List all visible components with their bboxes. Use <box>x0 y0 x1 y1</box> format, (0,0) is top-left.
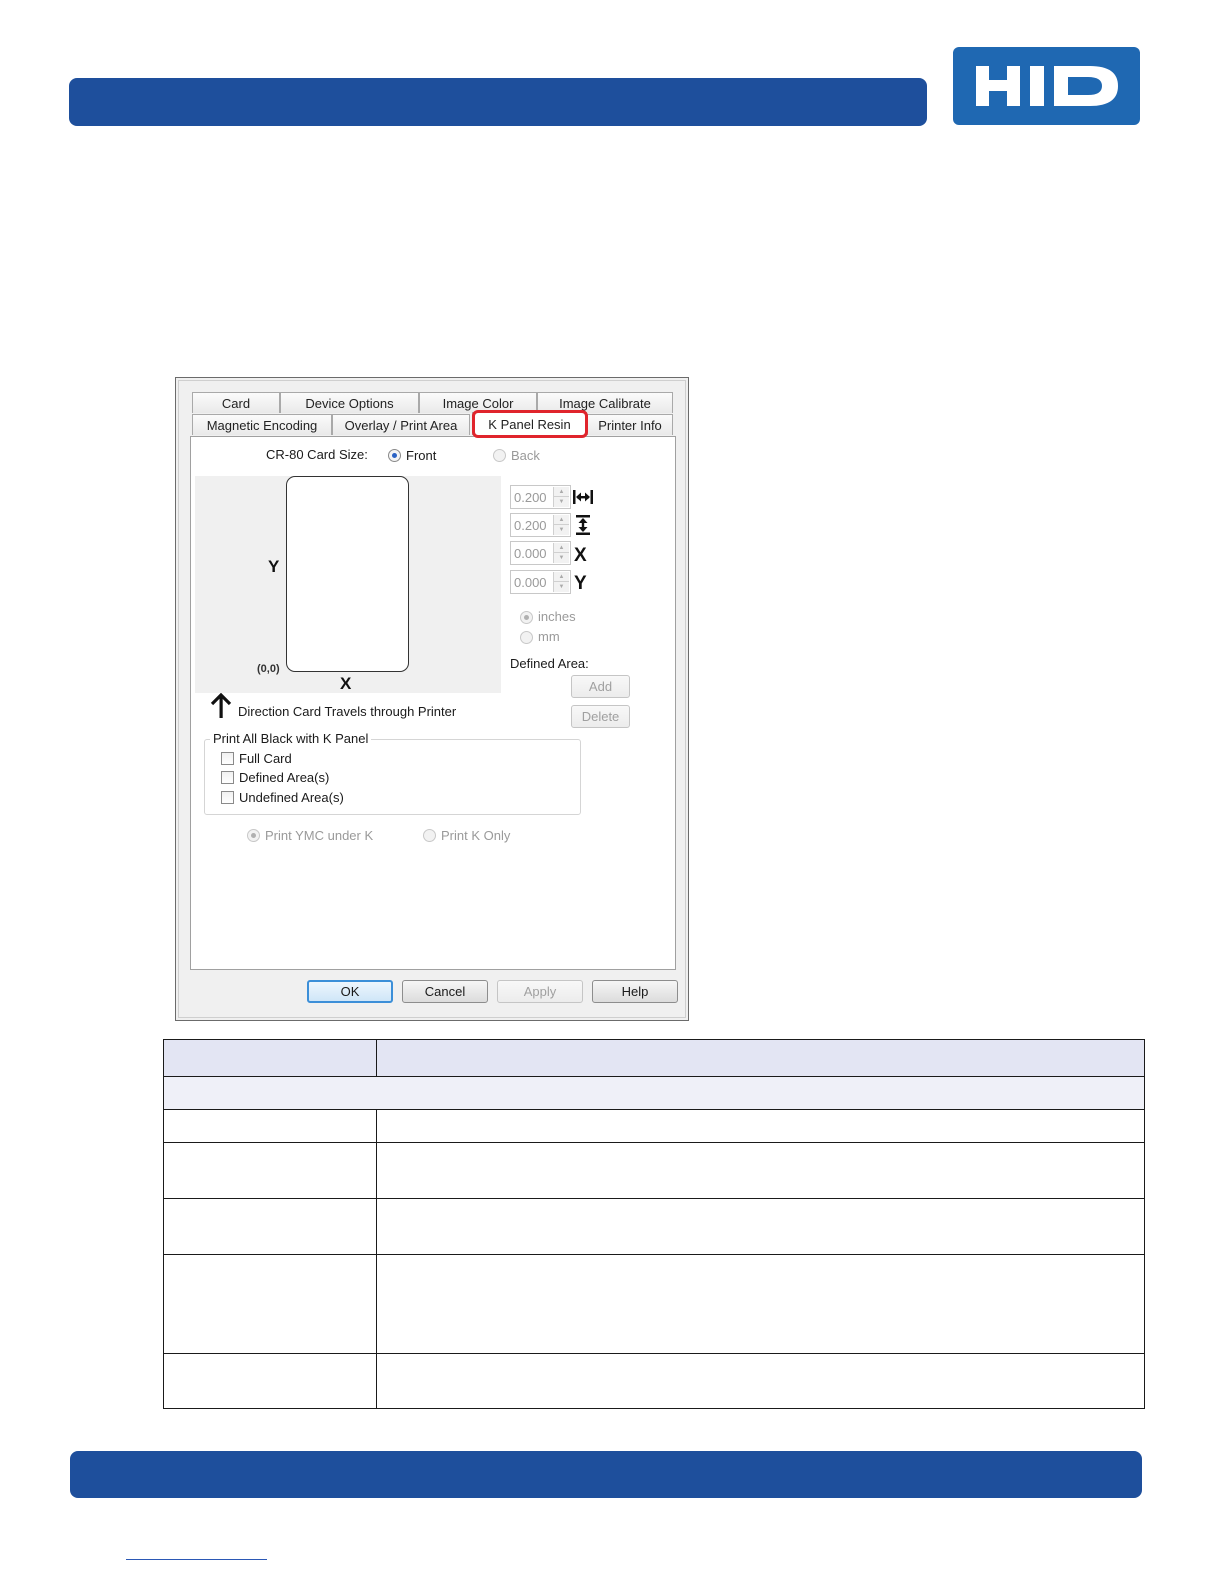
table-header-cell <box>376 1039 1145 1077</box>
undefined-areas-checkbox[interactable] <box>221 791 234 804</box>
spin-up-icon[interactable]: ▲ <box>554 515 569 525</box>
table-cell <box>163 1353 377 1409</box>
y-offset-icon: Y <box>574 573 587 594</box>
footer-link-underline[interactable] <box>126 1559 267 1560</box>
header-bar <box>69 78 927 126</box>
table-cell <box>376 1254 1145 1354</box>
mm-label: mm <box>538 629 560 644</box>
table-cell <box>376 1198 1145 1255</box>
defined-areas-checkbox[interactable] <box>221 771 234 784</box>
full-card-label: Full Card <box>239 751 292 766</box>
help-button[interactable]: Help <box>592 980 678 1003</box>
table-cell <box>376 1109 1145 1143</box>
undefined-areas-label: Undefined Area(s) <box>239 790 344 805</box>
width-icon <box>573 490 593 504</box>
table-row <box>163 1142 1145 1199</box>
full-card-checkbox[interactable] <box>221 752 234 765</box>
back-radio[interactable] <box>493 449 506 462</box>
x-axis-label: X <box>340 674 352 693</box>
back-label: Back <box>511 448 540 463</box>
table-row <box>163 1254 1145 1354</box>
footer-bar <box>70 1451 1142 1498</box>
ymc-under-k-radio[interactable] <box>247 829 260 842</box>
front-label: Front <box>406 448 437 463</box>
height-icon <box>576 515 590 535</box>
table-row <box>163 1353 1145 1409</box>
table-row <box>163 1109 1145 1143</box>
origin-label: (0,0) <box>257 663 280 675</box>
table-cell <box>163 1142 377 1199</box>
defined-areas-label: Defined Area(s) <box>239 770 330 785</box>
hid-logo <box>953 47 1140 125</box>
tab-printer-info[interactable]: Printer Info <box>587 414 673 435</box>
tab-device-options[interactable]: Device Options <box>280 392 419 413</box>
mm-radio[interactable] <box>520 631 533 644</box>
width-spinner[interactable]: 0.200 ▲ ▼ <box>510 485 571 509</box>
x-offset-value: 0.000 <box>514 546 547 561</box>
spin-down-icon[interactable]: ▼ <box>554 497 569 507</box>
table-subheader-cell <box>163 1076 1145 1110</box>
k-only-label: Print K Only <box>441 828 511 843</box>
spin-up-icon[interactable]: ▲ <box>554 572 569 582</box>
cancel-button[interactable]: Cancel <box>402 980 488 1003</box>
width-value: 0.200 <box>514 490 547 505</box>
spin-up-icon[interactable]: ▲ <box>554 543 569 553</box>
tab-card[interactable]: Card <box>192 392 280 413</box>
ymc-under-k-label: Print YMC under K <box>265 828 374 843</box>
front-radio[interactable] <box>388 449 401 462</box>
table-row <box>163 1198 1145 1255</box>
group-label: Print All Black with K Panel <box>210 731 372 746</box>
tab-overlay-print-area[interactable]: Overlay / Print Area <box>332 414 470 435</box>
y-offset-value: 0.000 <box>514 575 547 590</box>
table-cell <box>163 1109 377 1143</box>
card-outline[interactable] <box>286 476 409 672</box>
height-value: 0.200 <box>514 518 547 533</box>
table-subheader-row <box>163 1076 1145 1110</box>
y-axis-label: Y <box>268 557 280 576</box>
arrow-up-icon <box>210 693 232 718</box>
spin-down-icon[interactable]: ▼ <box>554 582 569 592</box>
active-tab-highlight <box>472 410 588 438</box>
height-spinner[interactable]: 0.200 ▲ ▼ <box>510 513 571 537</box>
apply-button[interactable]: Apply <box>497 980 583 1003</box>
delete-button[interactable]: Delete <box>571 705 630 728</box>
table-header-row <box>163 1039 1145 1077</box>
table-cell <box>376 1142 1145 1199</box>
add-button[interactable]: Add <box>571 675 630 698</box>
x-offset-icon: X <box>574 545 587 566</box>
table-header-cell <box>163 1039 377 1077</box>
card-size-label: CR-80 Card Size: <box>266 447 368 462</box>
ok-button[interactable]: OK <box>307 980 393 1003</box>
table-cell <box>163 1198 377 1255</box>
spin-down-icon[interactable]: ▼ <box>554 553 569 563</box>
defined-area-label: Defined Area: <box>510 656 589 671</box>
tab-magnetic-encoding[interactable]: Magnetic Encoding <box>192 414 332 435</box>
y-offset-spinner[interactable]: 0.000 ▲ ▼ <box>510 570 571 594</box>
inches-radio[interactable] <box>520 611 533 624</box>
table-cell <box>376 1353 1145 1409</box>
spin-down-icon[interactable]: ▼ <box>554 525 569 535</box>
table-cell <box>163 1254 377 1354</box>
direction-text: Direction Card Travels through Printer <box>238 704 457 719</box>
inches-label: inches <box>538 609 576 624</box>
spin-up-icon[interactable]: ▲ <box>554 487 569 497</box>
settings-description-table <box>163 1039 1145 1409</box>
hid-logo-mark <box>975 66 1118 106</box>
k-only-radio[interactable] <box>423 829 436 842</box>
x-offset-spinner[interactable]: 0.000 ▲ ▼ <box>510 541 571 565</box>
